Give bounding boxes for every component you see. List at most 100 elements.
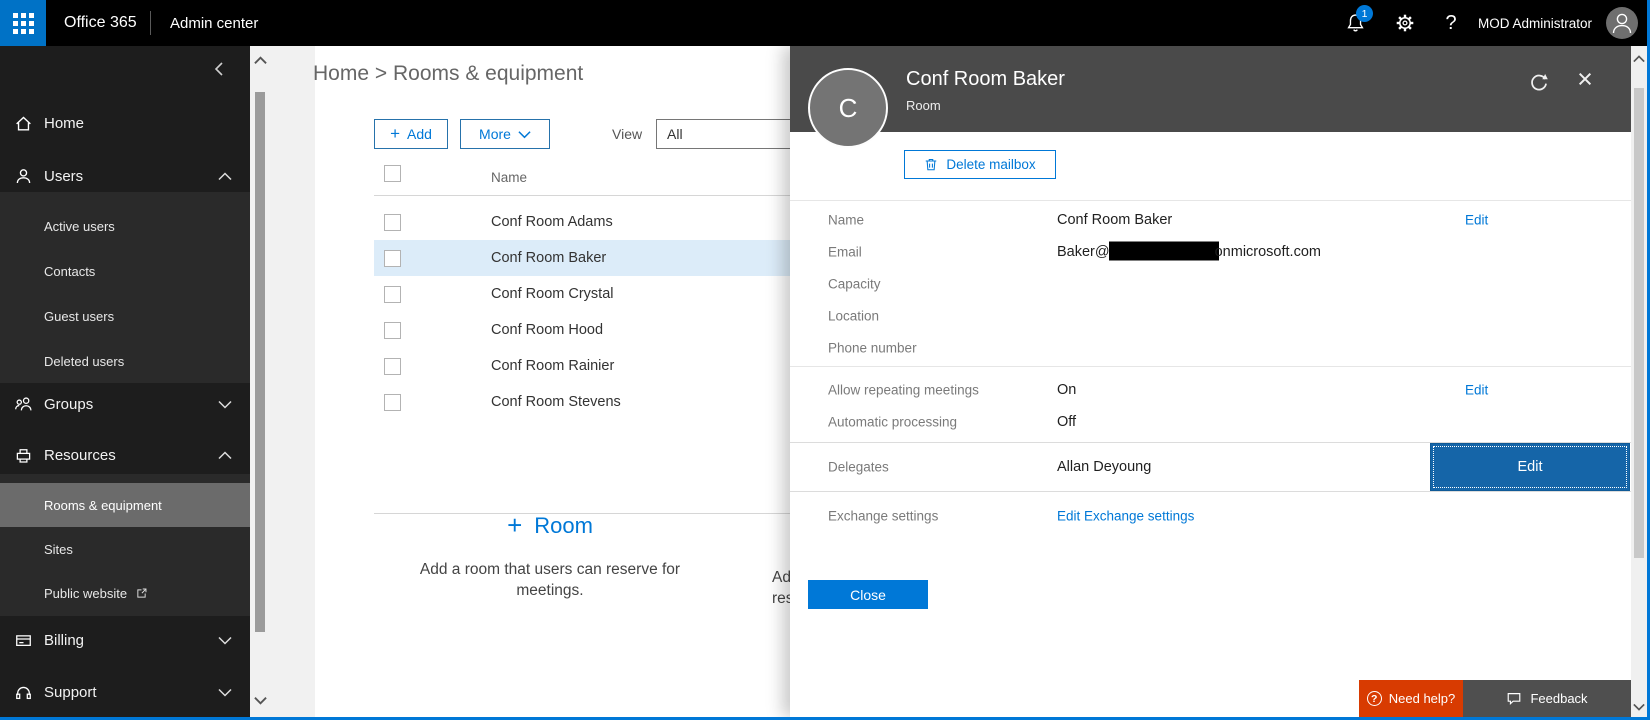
sidebar-item-label: Home [44,114,85,132]
field-label: Name [828,212,865,228]
nav-scroll-up-button[interactable] [252,52,268,68]
user-icon [14,167,44,186]
chevron-down-icon [518,130,531,138]
row-checkbox[interactable] [384,393,401,411]
app-launcher-button[interactable] [0,0,46,46]
select-all-checkbox[interactable] [384,165,401,182]
sidebar-item-contacts[interactable]: Contacts [0,249,250,293]
person-icon [1612,13,1632,34]
table-header-divider [374,195,790,196]
sidebar-item-guest-users[interactable]: Guest users [0,294,250,338]
more-button[interactable]: More [460,119,550,149]
sidebar-item-public-website[interactable]: Public website [0,571,250,615]
add-room-button[interactable]: + Room [507,510,593,541]
nav-scroll-down-button[interactable] [252,692,268,708]
feedback-button[interactable]: Feedback [1463,680,1631,717]
close-panel-button[interactable]: × [1570,62,1600,96]
breadcrumb-home-link[interactable]: Home [313,62,369,85]
plus-icon: + [507,510,523,540]
sidebar-item-label: Users [44,167,84,185]
page-scroll-down-button[interactable] [1632,700,1646,714]
support-icon [14,683,44,702]
page-scroll-up-button[interactable] [1632,52,1646,66]
section-divider [790,366,1631,367]
brand-divider [150,11,151,35]
row-checkbox[interactable] [384,213,401,231]
sidebar-item-deleted-users[interactable]: Deleted users [0,339,250,383]
row-checkbox[interactable] [384,321,401,339]
room-avatar: C [808,68,888,148]
field-row-location: Location [790,300,1631,332]
sidebar-item-billing[interactable]: Billing [0,621,250,659]
add-button[interactable]: + Add [374,119,448,149]
left-nav: Home Users Active users Contacts Guest u… [0,46,250,717]
edit-exchange-settings-link[interactable]: Edit Exchange settings [1057,509,1194,524]
name-column-header[interactable]: Name [491,170,527,185]
section-divider [790,200,1631,201]
need-help-button[interactable]: ? Need help? [1359,680,1463,717]
field-row-auto-processing: Automatic processing Off [790,406,1631,438]
table-row[interactable]: Conf Room Stevens [374,384,790,420]
field-label: Email [828,244,862,260]
sidebar-item-sites[interactable]: Sites [0,527,250,571]
table-row-selected[interactable]: Conf Room Baker [374,240,790,276]
field-value: Conf Room Baker [1057,212,1173,228]
sidebar-item-label: Resources [44,446,116,464]
panel-title: Conf Room Baker [906,68,1065,90]
office365-admin-center: Office 365 Admin center 1 ? MOD Administ… [0,0,1650,720]
sidebar-item-users[interactable]: Users [0,157,250,195]
waffle-icon [12,12,34,34]
edit-name-link[interactable]: Edit [1465,213,1488,228]
sidebar-item-label: Groups [44,395,94,413]
groups-icon [14,395,44,414]
chevron-up-icon [218,450,232,460]
sidebar-item-groups[interactable]: Groups [0,385,250,423]
breadcrumb-separator: > [369,62,393,85]
collapse-nav-button[interactable] [208,58,230,80]
chevron-up-icon [253,55,267,64]
field-label: Location [828,308,880,324]
room-name: Conf Room Rainier [491,358,615,374]
chevron-down-icon [218,636,232,645]
field-row-email: Email Baker@ onmicrosoft.com [790,236,1631,268]
table-row[interactable]: Conf Room Adams [374,204,790,240]
sidebar-item-rooms-equipment[interactable]: Rooms & equipment [0,483,250,527]
row-checkbox[interactable] [384,285,401,303]
table-row[interactable]: Conf Room Hood [374,312,790,348]
field-label: Exchange settings [828,508,939,524]
user-avatar[interactable] [1606,7,1638,39]
admin-center-title[interactable]: Admin center [170,0,258,46]
plus-icon: + [390,124,400,143]
add-room-description: Add a room that users can reserve for me… [419,561,681,599]
close-button[interactable]: Close [808,580,928,609]
sidebar-item-resources[interactable]: Resources [0,436,250,474]
chevron-left-icon [214,62,223,76]
row-checkbox[interactable] [384,249,401,267]
resources-icon [14,446,44,465]
field-row-name: Name Conf Room Baker Edit [790,204,1631,236]
help-button[interactable]: ? [1436,0,1466,46]
brand-title[interactable]: Office 365 [64,0,137,46]
field-value: Off [1057,414,1077,430]
sidebar-item-home[interactable]: Home [0,104,250,142]
field-row-delegates: Delegates Allan Deyoung Edit [790,442,1631,492]
field-label: Delegates [828,459,889,475]
edit-delegates-button[interactable]: Edit [1430,443,1630,491]
user-name[interactable]: MOD Administrator [1478,0,1592,46]
settings-button[interactable] [1388,0,1422,46]
nav-scrollbar-thumb[interactable] [255,92,265,632]
notification-badge: 1 [1356,5,1373,22]
table-row[interactable]: Conf Room Rainier [374,348,790,384]
sidebar-item-active-users[interactable]: Active users [0,204,250,248]
question-icon: ? [1445,11,1457,34]
row-checkbox[interactable] [384,357,401,375]
refresh-button[interactable] [1526,70,1552,96]
chevron-up-icon [1633,55,1645,63]
page-scrollbar-thumb[interactable] [1634,88,1644,558]
sidebar-item-support[interactable]: Support [0,673,250,711]
edit-meeting-settings-link[interactable]: Edit [1465,383,1488,398]
room-name: Conf Room Adams [491,214,613,230]
table-row[interactable]: Conf Room Crystal [374,276,790,312]
billing-icon [14,631,44,650]
delete-mailbox-button[interactable]: Delete mailbox [904,150,1056,179]
